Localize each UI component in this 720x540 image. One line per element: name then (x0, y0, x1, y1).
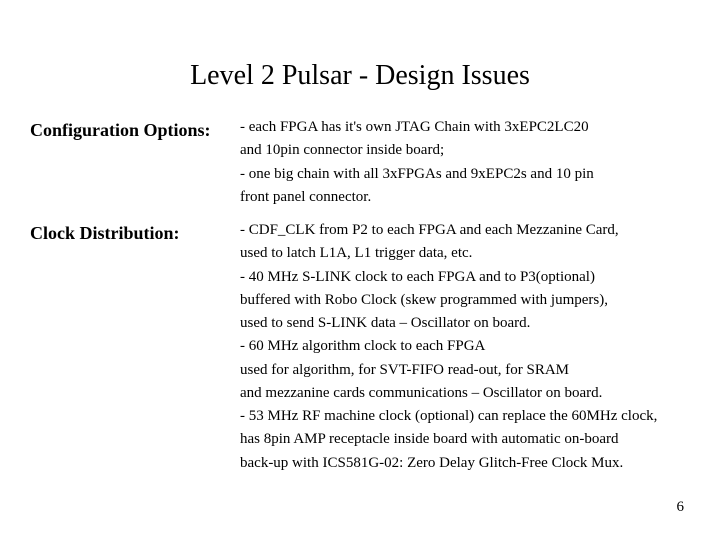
section-body-clock: - CDF_CLK from P2 to each FPGA and each … (240, 219, 690, 475)
page-number: 6 (677, 499, 685, 516)
page-title: Level 2 Pulsar - Design Issues (30, 60, 690, 92)
section-label-configuration: Configuration Options: (30, 116, 240, 144)
slide: Level 2 Pulsar - Design Issues Configura… (0, 0, 720, 540)
section-configuration: Configuration Options: - each FPGA has i… (30, 116, 690, 209)
section-clock: Clock Distribution: - CDF_CLK from P2 to… (30, 219, 690, 475)
section-body-configuration: - each FPGA has it's own JTAG Chain with… (240, 116, 690, 209)
section-label-clock: Clock Distribution: (30, 219, 240, 247)
